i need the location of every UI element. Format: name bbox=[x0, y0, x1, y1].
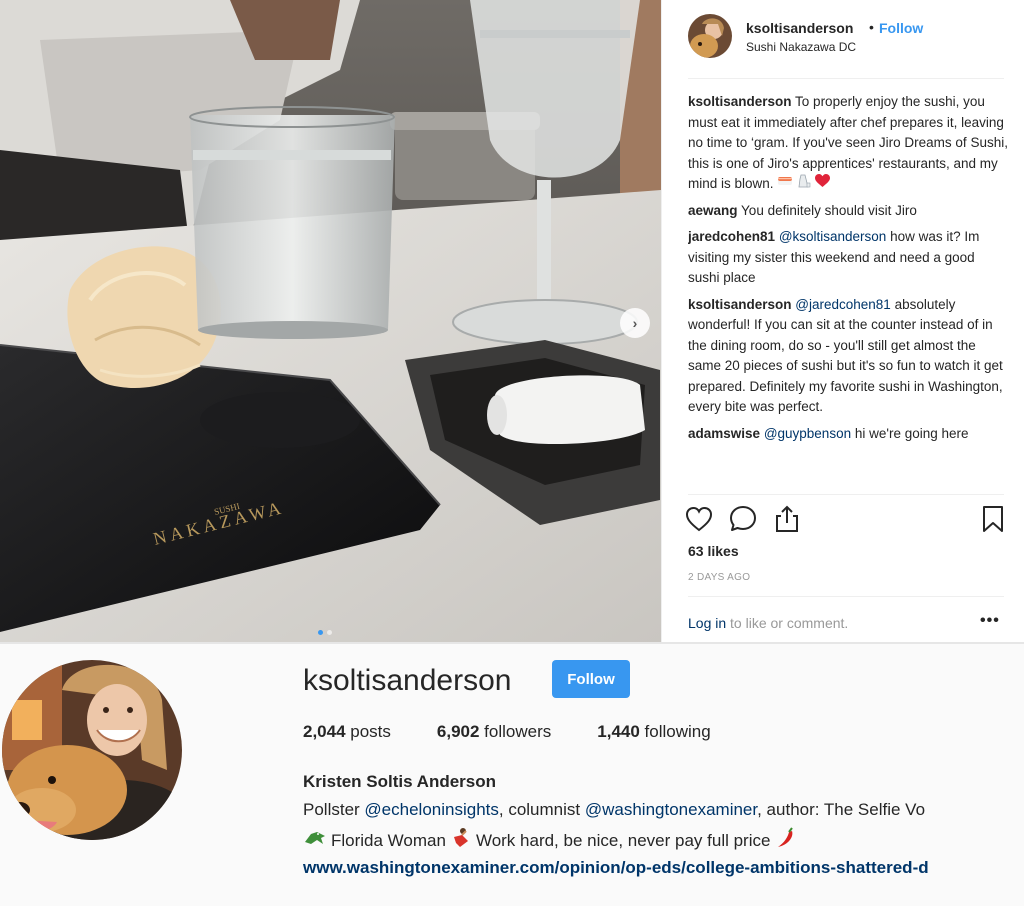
profile-stats: 2,044 posts 6,902 followers 1,440 follow… bbox=[303, 722, 757, 742]
following-stat[interactable]: 1,440 following bbox=[597, 722, 710, 742]
bio-mention[interactable]: @echeloninsights bbox=[364, 800, 498, 819]
carousel-dots bbox=[318, 630, 332, 635]
follow-button[interactable]: Follow bbox=[552, 660, 630, 698]
comment-mention[interactable]: @guypbenson bbox=[764, 426, 851, 441]
bookmark-icon[interactable] bbox=[978, 504, 1008, 534]
login-link[interactable]: Log in bbox=[688, 615, 726, 631]
post-sidebar: ksoltisanderson • Follow Sushi Nakazawa … bbox=[661, 0, 1024, 642]
divider bbox=[688, 494, 1004, 495]
post-location[interactable]: Sushi Nakazawa DC bbox=[746, 40, 856, 54]
comment-text: You definitely should visit Jiro bbox=[741, 202, 917, 218]
alligator-emoji bbox=[303, 828, 327, 853]
comment-mention[interactable]: @jaredcohen81 bbox=[795, 297, 891, 312]
sake-emoji bbox=[797, 174, 811, 195]
bio-text: Work hard, be nice, never pay full price bbox=[475, 830, 771, 850]
profile-full-name: Kristen Soltis Anderson bbox=[303, 772, 497, 791]
followers-label: followers bbox=[479, 722, 552, 741]
bio-line-1: Pollster @echeloninsights, columnist @wa… bbox=[303, 800, 925, 820]
post-photo[interactable]: SUSHI NAKAZAWA › bbox=[0, 0, 661, 642]
heart-icon[interactable] bbox=[684, 504, 714, 534]
bio-text: , author: The Selfie Vo bbox=[757, 800, 926, 819]
avatar[interactable] bbox=[688, 14, 732, 58]
comment-username[interactable]: ksoltisanderson bbox=[688, 297, 792, 312]
follow-link[interactable]: Follow bbox=[879, 20, 923, 36]
comment-username[interactable]: ksoltisanderson bbox=[688, 94, 792, 109]
bio-mention[interactable]: @washingtonexaminer bbox=[585, 800, 757, 819]
caption: ksoltisanderson To properly enjoy the su… bbox=[688, 92, 1008, 195]
followers-count: 6,902 bbox=[436, 722, 480, 741]
followers-stat[interactable]: 6,902 followers bbox=[437, 722, 551, 742]
profile-header: ksoltisanderson Follow 2,044 posts 6,902… bbox=[0, 642, 1024, 906]
following-count: 1,440 bbox=[597, 722, 640, 741]
profile-avatar[interactable] bbox=[2, 660, 182, 840]
comment-username[interactable]: jaredcohen81 bbox=[688, 229, 775, 244]
chili-pepper-emoji bbox=[774, 827, 796, 854]
comment-username[interactable]: adamswise bbox=[688, 426, 760, 441]
profile-website-link[interactable]: www.washingtonexaminer.com/opinion/op-ed… bbox=[303, 858, 929, 878]
post-header: ksoltisanderson • Follow Sushi Nakazawa … bbox=[662, 0, 1024, 78]
comment-icon[interactable] bbox=[728, 504, 758, 534]
comment-mention[interactable]: @ksoltisanderson bbox=[779, 229, 887, 244]
more-options-icon[interactable]: ••• bbox=[980, 612, 1000, 630]
divider bbox=[688, 78, 1004, 79]
bio-text: Pollster bbox=[303, 800, 365, 819]
posts-label: posts bbox=[345, 722, 391, 741]
share-icon[interactable] bbox=[772, 504, 802, 534]
comments-list[interactable]: ksoltisanderson To properly enjoy the su… bbox=[688, 92, 1008, 490]
action-bar bbox=[684, 504, 1014, 536]
comment-text: hi we're going here bbox=[854, 425, 969, 441]
sushi-emoji bbox=[777, 174, 793, 195]
comment-username[interactable]: aewang bbox=[688, 203, 738, 218]
login-prompt: Log in to like or comment. bbox=[688, 615, 848, 631]
post-username[interactable]: ksoltisanderson bbox=[746, 20, 853, 36]
carousel-dot-active bbox=[318, 630, 323, 635]
login-prompt-text: to like or comment. bbox=[726, 615, 849, 631]
bio-text: , columnist bbox=[498, 800, 585, 819]
comment-text: absolutely wonderful! If you can sit at … bbox=[688, 296, 1003, 415]
separator-dot: • bbox=[869, 19, 874, 35]
dancer-emoji bbox=[450, 827, 472, 854]
divider bbox=[688, 596, 1004, 597]
following-label: following bbox=[639, 722, 711, 741]
comment: ksoltisanderson @jaredcohen81 absolutely… bbox=[688, 295, 1008, 418]
comment: adamswise @guypbenson hi we're going her… bbox=[688, 424, 1008, 445]
carousel-dot bbox=[327, 630, 332, 635]
next-arrow-icon[interactable]: › bbox=[620, 308, 650, 338]
post-card: SUSHI NAKAZAWA › ksoltisanderson • Follo… bbox=[0, 0, 1024, 642]
likes-count[interactable]: 63 likes bbox=[688, 543, 739, 559]
sushi-photo-illustration: SUSHI NAKAZAWA bbox=[0, 0, 661, 642]
comment: jaredcohen81 @ksoltisanderson how was it… bbox=[688, 227, 1008, 289]
bio-line-2: Florida Woman Work hard, be nice, never … bbox=[303, 827, 796, 854]
posts-stat: 2,044 posts bbox=[303, 722, 391, 742]
post-timestamp[interactable]: 2 DAYS AGO bbox=[688, 572, 750, 583]
comment: aewang You definitely should visit Jiro bbox=[688, 201, 1008, 222]
posts-count: 2,044 bbox=[303, 722, 346, 741]
bio-text: Florida Woman bbox=[331, 830, 446, 850]
profile-username: ksoltisanderson bbox=[303, 664, 512, 697]
red-heart-emoji bbox=[814, 174, 830, 195]
